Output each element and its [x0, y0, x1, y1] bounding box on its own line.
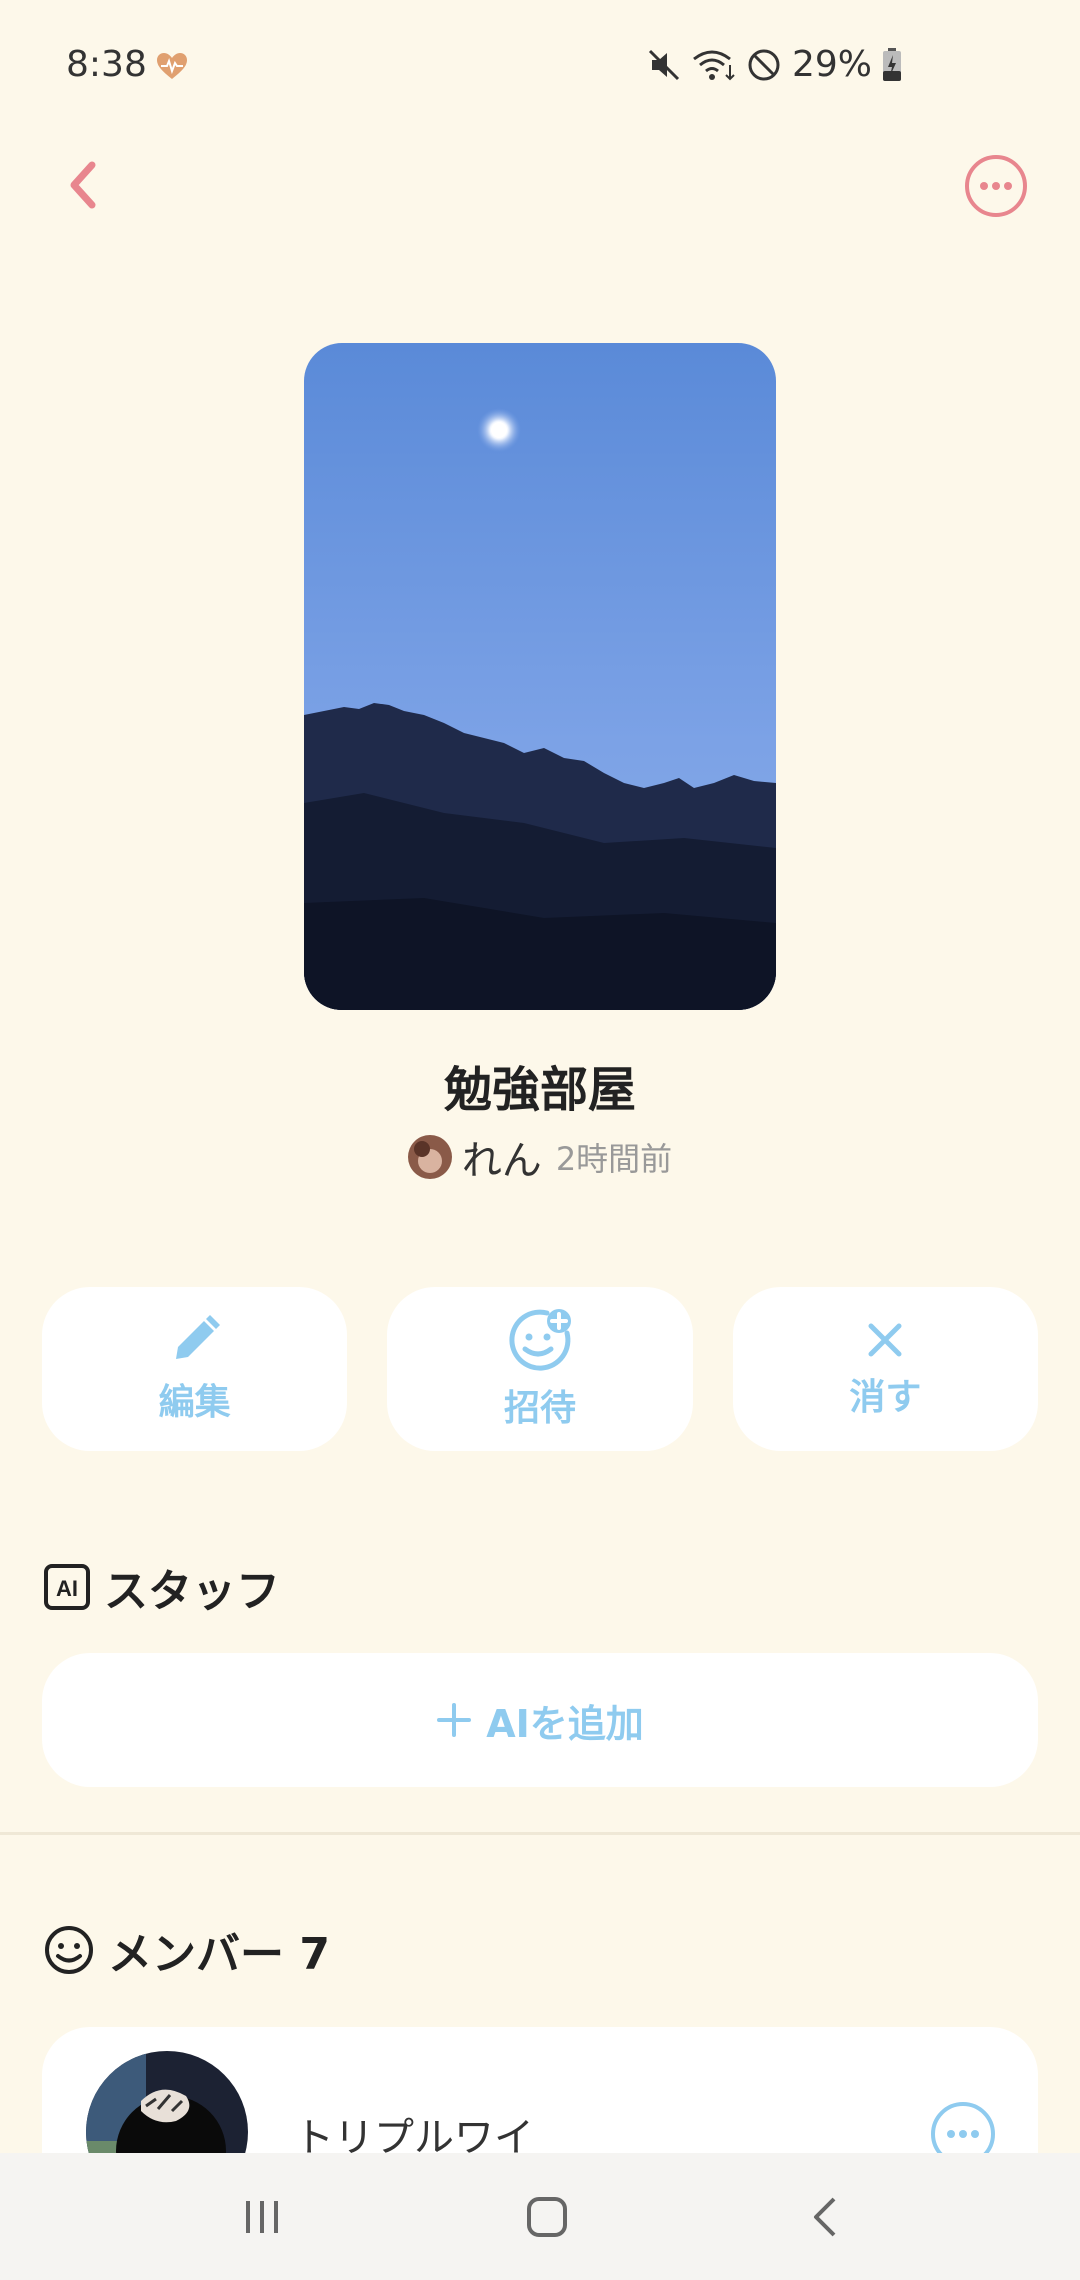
battery-charging-icon [883, 47, 901, 81]
section-divider [0, 1832, 1080, 1835]
room-cover-image[interactable] [304, 343, 776, 1010]
back-button[interactable] [60, 155, 110, 215]
do-not-disturb-icon [748, 49, 780, 80]
add-ai-label: AIを追加 [486, 1701, 644, 1746]
owner-name[interactable]: れん [462, 1128, 542, 1186]
add-ai-button[interactable]: AIを追加 [42, 1653, 1038, 1787]
home-icon[interactable] [525, 2195, 569, 2239]
smile-icon [45, 1926, 93, 1974]
edit-label: 編集 [158, 1382, 231, 1423]
battery-percent: 29% [791, 44, 872, 85]
invite-smile-plus-icon [509, 1309, 571, 1371]
staff-section-title: スタッフ [104, 1566, 280, 1617]
status-bar: 8:38 29% [0, 0, 1080, 140]
room-actions: 編集 招待 消す [42, 1287, 1038, 1451]
invite-button[interactable]: 招待 [387, 1287, 693, 1451]
invite-label: 招待 [503, 1388, 576, 1429]
room-owner-row: れん 2時間前 [0, 1128, 1080, 1186]
system-back-icon[interactable] [810, 2195, 840, 2239]
wifi-icon [693, 50, 735, 80]
plus-icon [437, 1703, 472, 1737]
pencil-icon [175, 1315, 220, 1359]
delete-button[interactable]: 消す [732, 1287, 1038, 1451]
edit-button[interactable]: 編集 [42, 1287, 348, 1451]
room-title: 勉強部屋 [443, 1062, 636, 1118]
recent-apps-icon[interactable] [240, 2197, 284, 2237]
staff-section-header: AI スタッフ [44, 1555, 280, 1619]
mute-icon [648, 49, 680, 80]
status-icons: 29% [646, 44, 902, 85]
system-navigation-bar [0, 2153, 1080, 2280]
owner-avatar[interactable] [407, 1135, 452, 1179]
members-section-title: メンバー 7 [108, 1929, 330, 1980]
close-icon [868, 1323, 902, 1357]
more-options-button[interactable] [964, 154, 1028, 218]
last-updated-time: 2時間前 [555, 1140, 673, 1178]
delete-label: 消す [849, 1377, 922, 1418]
members-section-header: メンバー 7 [44, 1918, 330, 1982]
ai-badge-text: AI [56, 1576, 78, 1601]
ai-badge-icon: AI [44, 1564, 90, 1610]
status-time: 8:38 [66, 44, 147, 85]
health-heart-icon [157, 53, 187, 79]
